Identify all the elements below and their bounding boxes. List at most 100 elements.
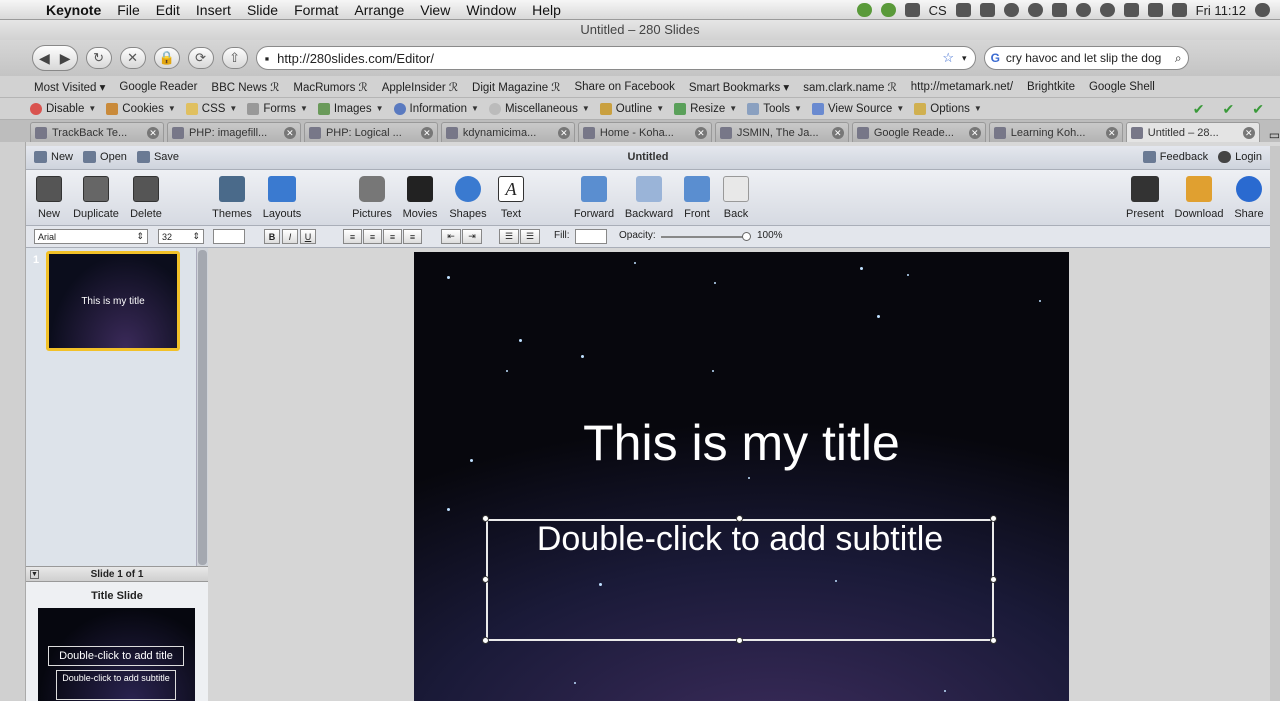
font-select[interactable]: Arial ⇕: [34, 229, 148, 244]
dev-options[interactable]: Options ▼: [914, 102, 982, 115]
close-icon[interactable]: ✕: [420, 126, 433, 139]
sync-icon[interactable]: [1003, 3, 1019, 17]
mail-icon[interactable]: [979, 3, 995, 17]
dev-outline[interactable]: Outline ▼: [599, 102, 664, 115]
resize-handle-right[interactable]: [990, 576, 997, 583]
dev-view-source[interactable]: View Source ▼: [811, 102, 904, 115]
text-color-swatch[interactable]: [213, 229, 245, 244]
dev-forms[interactable]: Forms ▼: [247, 102, 308, 115]
opacity-slider-thumb[interactable]: [742, 232, 751, 241]
home-button[interactable]: ⇧: [221, 47, 248, 69]
bookmark-brightkite[interactable]: Brightkite: [1027, 81, 1075, 93]
time-machine-icon[interactable]: [1099, 3, 1115, 17]
battery-icon[interactable]: [1171, 3, 1187, 17]
url-bar[interactable]: ▪ http://280slides.com/Editor/ ☆ ▾: [255, 46, 976, 70]
close-icon[interactable]: ✕: [557, 126, 570, 139]
dev-cookies[interactable]: Cookies ▼: [106, 102, 176, 115]
resize-handle-top[interactable]: [736, 515, 743, 522]
cs-status-label[interactable]: CS: [929, 3, 947, 18]
outdent-button[interactable]: ⇤: [441, 229, 461, 244]
tab-trackback[interactable]: TrackBack Te... ✕: [30, 122, 164, 142]
dev-resize[interactable]: Resize ▼: [674, 102, 737, 115]
forward-button[interactable]: Forward: [564, 176, 624, 220]
close-icon[interactable]: ✕: [1105, 126, 1118, 139]
bookmark-most-visited[interactable]: Most Visited ▾: [34, 80, 105, 94]
bookmark-google-reader[interactable]: Google Reader: [119, 81, 197, 93]
back-icon[interactable]: ◀: [39, 50, 50, 67]
close-icon[interactable]: ✕: [694, 126, 707, 139]
bookmark-google-shell[interactable]: Google Shell: [1089, 81, 1155, 93]
bold-button[interactable]: B: [264, 229, 280, 244]
growl-icon[interactable]: [904, 3, 920, 17]
url-dropdown-icon[interactable]: ▾: [962, 53, 967, 64]
italic-button[interactable]: I: [282, 229, 298, 244]
menu-app[interactable]: Keynote: [38, 2, 109, 18]
close-icon[interactable]: ✕: [1242, 126, 1255, 139]
bookmark-bbc-news[interactable]: BBC News ℛ: [211, 80, 279, 94]
search-input[interactable]: cry havoc and let slip the dog: [1006, 51, 1169, 65]
wifi-icon[interactable]: [1123, 3, 1139, 17]
bookmark-metamark[interactable]: http://metamark.net/: [911, 81, 1013, 93]
search-bar[interactable]: G cry havoc and let slip the dog ⌕: [983, 46, 1189, 70]
font-size-select[interactable]: 32 ⇕: [158, 229, 204, 244]
login-button[interactable]: Login: [1218, 151, 1262, 163]
menu-slide[interactable]: Slide: [239, 2, 286, 18]
bookmark-sam-clark[interactable]: sam.clark.name ℛ: [803, 80, 897, 94]
tab-untitled-280slides[interactable]: Untitled – 28... ✕: [1125, 122, 1260, 142]
paw-icon[interactable]: [1051, 3, 1067, 17]
sync-button[interactable]: ⟳: [187, 47, 214, 69]
resize-handle-bottom-left[interactable]: [482, 637, 489, 644]
fill-swatch[interactable]: [575, 229, 607, 244]
align-right-button[interactable]: ≡: [383, 229, 402, 244]
layout-thumbnail[interactable]: Double-click to add title Double-click t…: [38, 608, 195, 701]
tab-google-reader[interactable]: Google Reade... ✕: [851, 122, 986, 142]
menu-insert[interactable]: Insert: [188, 2, 239, 18]
resize-handle-top-right[interactable]: [990, 515, 997, 522]
back-button[interactable]: Back: [706, 176, 766, 220]
tab-home-koha[interactable]: Home - Koha... ✕: [577, 122, 712, 142]
reload-button[interactable]: ↻: [85, 47, 112, 69]
status-icon-1[interactable]: [856, 3, 872, 17]
feedback-button[interactable]: Feedback: [1142, 151, 1208, 163]
opacity-slider-track[interactable]: [661, 236, 749, 238]
close-icon[interactable]: ✕: [831, 126, 844, 139]
justify-button[interactable]: ≡: [403, 229, 422, 244]
close-icon[interactable]: ✕: [968, 126, 981, 139]
calendar-icon[interactable]: [955, 3, 971, 17]
dev-tools[interactable]: Tools ▼: [747, 102, 802, 115]
text-button[interactable]: A Text: [481, 176, 541, 220]
bookmark-macrumors[interactable]: MacRumors ℛ: [293, 80, 367, 94]
dev-miscellaneous[interactable]: Miscellaneous ▼: [488, 102, 590, 115]
dev-disable[interactable]: Disable ▼: [30, 102, 96, 115]
check-circle-icon[interactable]: ✔: [1252, 101, 1264, 118]
tab-php-logical[interactable]: PHP: Logical ... ✕: [303, 122, 438, 142]
indent-button[interactable]: ⇥: [462, 229, 482, 244]
align-center-button[interactable]: ≡: [363, 229, 382, 244]
bookmark-appleinsider[interactable]: AppleInsider ℛ: [382, 80, 458, 94]
tab-kdynamicima[interactable]: kdynamicima... ✕: [440, 122, 575, 142]
scrollbar-thumb[interactable]: [198, 250, 207, 565]
menu-edit[interactable]: Edit: [148, 2, 188, 18]
search-icon[interactable]: ⌕: [1175, 51, 1182, 66]
spotlight-icon[interactable]: [1255, 3, 1270, 17]
bookmark-smart-bookmarks[interactable]: Smart Bookmarks ▾: [689, 80, 789, 94]
resize-handle-left[interactable]: [482, 576, 489, 583]
dev-information[interactable]: Information ▼: [393, 102, 479, 115]
collapse-icon[interactable]: ▼: [30, 570, 39, 579]
present-button[interactable]: Present: [1115, 176, 1175, 220]
back-forward-buttons[interactable]: ◀ ▶: [32, 45, 78, 71]
tab-learning-koha[interactable]: Learning Koh... ✕: [988, 122, 1123, 142]
slide-subtitle-placeholder[interactable]: Double-click to add subtitle: [486, 519, 994, 559]
check-circle-icon[interactable]: ✔: [1223, 101, 1235, 118]
url-text[interactable]: http://280slides.com/Editor/: [277, 51, 934, 66]
forward-icon[interactable]: ▶: [60, 50, 71, 67]
dev-images[interactable]: Images ▼: [317, 102, 384, 115]
bullet-list-button[interactable]: ☰: [499, 229, 519, 244]
menu-view[interactable]: View: [412, 2, 458, 18]
slide-thumbnail[interactable]: This is my title: [46, 251, 180, 351]
tab-list-icon[interactable]: ▭: [1269, 128, 1280, 142]
volume-icon[interactable]: [1147, 3, 1163, 17]
menu-file[interactable]: File: [109, 2, 148, 18]
resize-handle-top-left[interactable]: [482, 515, 489, 522]
align-left-button[interactable]: ≡: [343, 229, 362, 244]
